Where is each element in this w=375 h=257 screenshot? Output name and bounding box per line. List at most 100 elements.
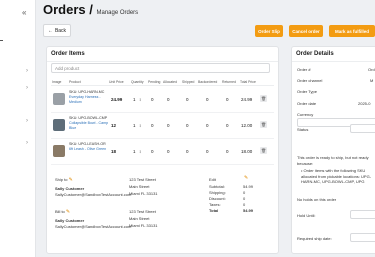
product-info: SKU: UPG-LEASH-OR 6ft Leash - Olive Green bbox=[69, 142, 107, 151]
add-product-input[interactable]: Add product bbox=[51, 63, 270, 73]
bill-to-email: SallyCustomer@SandboxTestAccount.com bbox=[55, 224, 132, 229]
col-backordered: Backordered bbox=[198, 80, 218, 84]
currency-label: Currency bbox=[297, 112, 314, 117]
col-quantity: Quantity bbox=[131, 80, 144, 84]
product-info: SKU: UPG-BOWL-CMP Collapsible Bowl - Camp… bbox=[69, 116, 109, 130]
backordered-value: 0 bbox=[206, 149, 209, 154]
chevron-right-icon[interactable]: › bbox=[26, 68, 28, 74]
product-image bbox=[53, 119, 65, 131]
shipping-label: Shipping: bbox=[209, 190, 226, 195]
order-number-value: Ord bbox=[368, 67, 375, 72]
unit-price: 12 bbox=[111, 123, 117, 128]
hold-until-input[interactable] bbox=[350, 210, 375, 219]
order-type-label: Order Type bbox=[297, 89, 317, 94]
col-image: Image bbox=[52, 80, 62, 84]
pending-value: 0 bbox=[151, 97, 154, 102]
product-link[interactable]: 6ft Leash - Olive Green bbox=[69, 147, 106, 151]
ship-address-line3: Miami FL 33131 bbox=[129, 191, 158, 196]
order-date-value: 2025-0 bbox=[358, 101, 371, 106]
chevron-right-icon[interactable]: › bbox=[26, 118, 28, 124]
chevron-right-icon[interactable]: › bbox=[26, 85, 28, 91]
page-title: Orders / Manage Orders bbox=[43, 2, 139, 17]
order-channel-value: M bbox=[370, 78, 374, 83]
total-value: 12.00 bbox=[241, 123, 253, 128]
status-label: Status bbox=[297, 127, 309, 132]
col-pending: Pending bbox=[148, 80, 161, 84]
ship-to-name: Sally Customer bbox=[55, 186, 85, 191]
qty-stepper-icon[interactable]: ↕ bbox=[139, 97, 141, 102]
order-details-card: Order Details Order # Ord Order channel … bbox=[291, 46, 375, 254]
returned-value: 0 bbox=[226, 149, 229, 154]
hold-until-label: Hold Until: bbox=[297, 213, 316, 218]
ship-address-line1: 123 Test Street bbox=[129, 177, 156, 182]
ship-address-line2: Main Street bbox=[129, 184, 150, 189]
total-value: 18.00 bbox=[241, 149, 253, 154]
required-ship-date-input[interactable] bbox=[350, 233, 375, 242]
bill-address-line3: Miami FL 33131 bbox=[129, 223, 158, 228]
shipped-value: 0 bbox=[186, 123, 189, 128]
total-label: Total bbox=[209, 208, 219, 213]
col-allocated: Allocated bbox=[163, 80, 177, 84]
discount-label: Discount: bbox=[209, 196, 226, 201]
pencil-icon[interactable]: ✎ bbox=[244, 175, 248, 181]
product-image bbox=[53, 145, 65, 157]
bill-address-line1: 123 Test Street bbox=[129, 209, 156, 214]
col-unit-price: Unit Price bbox=[109, 80, 124, 84]
pending-value: 0 bbox=[151, 123, 154, 128]
discount-value: 0 bbox=[243, 196, 246, 201]
pencil-icon[interactable]: ✎ bbox=[66, 209, 70, 215]
sidebar-marker bbox=[0, 40, 3, 41]
backordered-value: 0 bbox=[206, 97, 209, 102]
qty-stepper-icon[interactable]: ↕ bbox=[139, 123, 141, 128]
back-button[interactable]: ← Back bbox=[43, 24, 71, 37]
product-link[interactable]: Everyday Harness - Medium bbox=[69, 95, 101, 104]
shipped-value: 0 bbox=[186, 149, 189, 154]
qty-value[interactable]: 1 bbox=[133, 97, 136, 102]
shipping-value: 0 bbox=[243, 190, 246, 195]
ship-readiness-bullet: • Order items with the following SKU all… bbox=[301, 168, 372, 184]
table-row: SKU: UPG-LEASH-OR 6ft Leash - Olive Green… bbox=[51, 139, 274, 165]
table-row: SKU: UPG-BOWL-CMP Collapsible Bowl - Camp… bbox=[51, 113, 274, 139]
bill-to-label: Bill to ✎ bbox=[55, 209, 71, 215]
cancel-order-button[interactable]: Cancel order bbox=[289, 25, 323, 37]
total-value: 24.99 bbox=[241, 97, 253, 102]
allocated-value: 0 bbox=[167, 149, 170, 154]
edit-totals-label: Edit bbox=[209, 177, 216, 182]
allocated-value: 0 bbox=[167, 123, 170, 128]
taxes-value: 0 bbox=[243, 202, 246, 207]
subtotal-label: Subtotal: bbox=[209, 184, 225, 189]
taxes-label: Taxes: bbox=[209, 202, 221, 207]
shipped-value: 0 bbox=[186, 97, 189, 102]
mark-fulfilled-button[interactable]: Mark as fulfilled bbox=[329, 25, 375, 37]
qty-value[interactable]: 1 bbox=[133, 123, 136, 128]
page-subtitle: Manage Orders bbox=[96, 10, 139, 16]
product-info: SKU: UPG-HARN-MC Everyday Harness - Mediu… bbox=[69, 90, 105, 104]
status-select[interactable] bbox=[350, 124, 375, 133]
trash-icon[interactable]: 🗑 bbox=[260, 95, 267, 102]
required-ship-date-label: Required ship date: bbox=[297, 236, 332, 241]
items-table-header: Image Product Unit Price Quantity Pendin… bbox=[51, 79, 274, 86]
returned-value: 0 bbox=[226, 97, 229, 102]
order-details-title: Order Details bbox=[292, 47, 375, 62]
product-link[interactable]: Collapsible Bowl - Camp Blue bbox=[69, 121, 108, 130]
subtotal-value: 54.99 bbox=[243, 184, 254, 189]
unit-price: 18 bbox=[111, 149, 117, 154]
returned-value: 0 bbox=[226, 123, 229, 128]
chevron-right-icon[interactable]: › bbox=[26, 140, 28, 146]
bill-address-line2: Main Street bbox=[129, 216, 150, 221]
order-channel-label: Order channel bbox=[297, 78, 323, 83]
total-value: 54.99 bbox=[243, 208, 254, 213]
collapse-sidebar-icon[interactable]: « bbox=[22, 8, 26, 17]
trash-icon[interactable]: 🗑 bbox=[260, 121, 267, 128]
pencil-icon[interactable]: ✎ bbox=[69, 177, 73, 183]
col-product: Product bbox=[69, 80, 81, 84]
order-slip-button[interactable]: Order Slip bbox=[255, 25, 283, 37]
qty-stepper-icon[interactable]: ↕ bbox=[139, 149, 141, 154]
allocated-value: 0 bbox=[167, 97, 170, 102]
unit-price: 24.99 bbox=[111, 97, 123, 102]
holds-text: No holds on this order bbox=[297, 197, 337, 202]
pending-value: 0 bbox=[151, 149, 154, 154]
trash-icon[interactable]: 🗑 bbox=[260, 147, 267, 154]
ship-to-label: Ship to ✎ bbox=[55, 177, 73, 183]
qty-value[interactable]: 1 bbox=[133, 149, 136, 154]
